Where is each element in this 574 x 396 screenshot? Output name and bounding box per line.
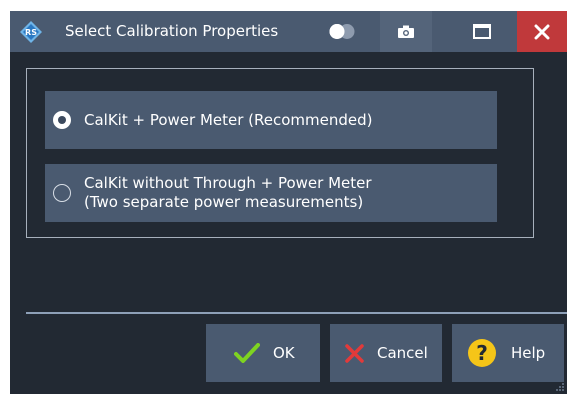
option-label-line1: CalKit without Through + Power Meter [84,174,372,192]
option-calkit-without-through[interactable]: CalKit without Through + Power Meter (Tw… [45,164,497,222]
svg-text:RS: RS [25,28,37,37]
help-label: Help [511,344,546,362]
question-icon: ? [468,339,496,367]
maximize-button[interactable] [456,11,508,52]
close-button[interactable] [517,11,567,52]
ok-button[interactable]: OK [206,324,320,382]
screenshot-button[interactable] [380,11,432,52]
separator [26,312,567,314]
maximize-icon [473,24,491,39]
resize-grip-icon[interactable] [555,382,565,392]
dialog: RS Select Calibration Properties CalKit … [10,11,567,394]
title-bar[interactable]: RS Select Calibration Properties [10,11,567,52]
help-button[interactable]: ? Help [452,324,564,382]
window-title: Select Calibration Properties [65,22,279,40]
cancel-button[interactable]: Cancel [330,324,442,382]
check-icon [234,343,260,363]
close-icon [534,24,550,39]
option-label: CalKit + Power Meter (Recommended) [84,110,373,129]
camera-icon [398,25,414,38]
radio-unselected[interactable] [53,184,71,202]
x-icon [345,344,364,363]
option-label-line2: (Two separate power measurements) [84,193,364,211]
option-calkit-power-meter[interactable]: CalKit + Power Meter (Recommended) [45,91,497,149]
option-label: CalKit without Through + Power Meter (Tw… [84,174,491,212]
radio-selected[interactable] [53,111,71,129]
rs-logo-icon: RS [20,21,42,43]
svg-text:?: ? [476,341,488,365]
toggle-icon[interactable] [327,23,357,40]
ok-label: OK [273,344,295,362]
cancel-label: Cancel [377,344,428,362]
